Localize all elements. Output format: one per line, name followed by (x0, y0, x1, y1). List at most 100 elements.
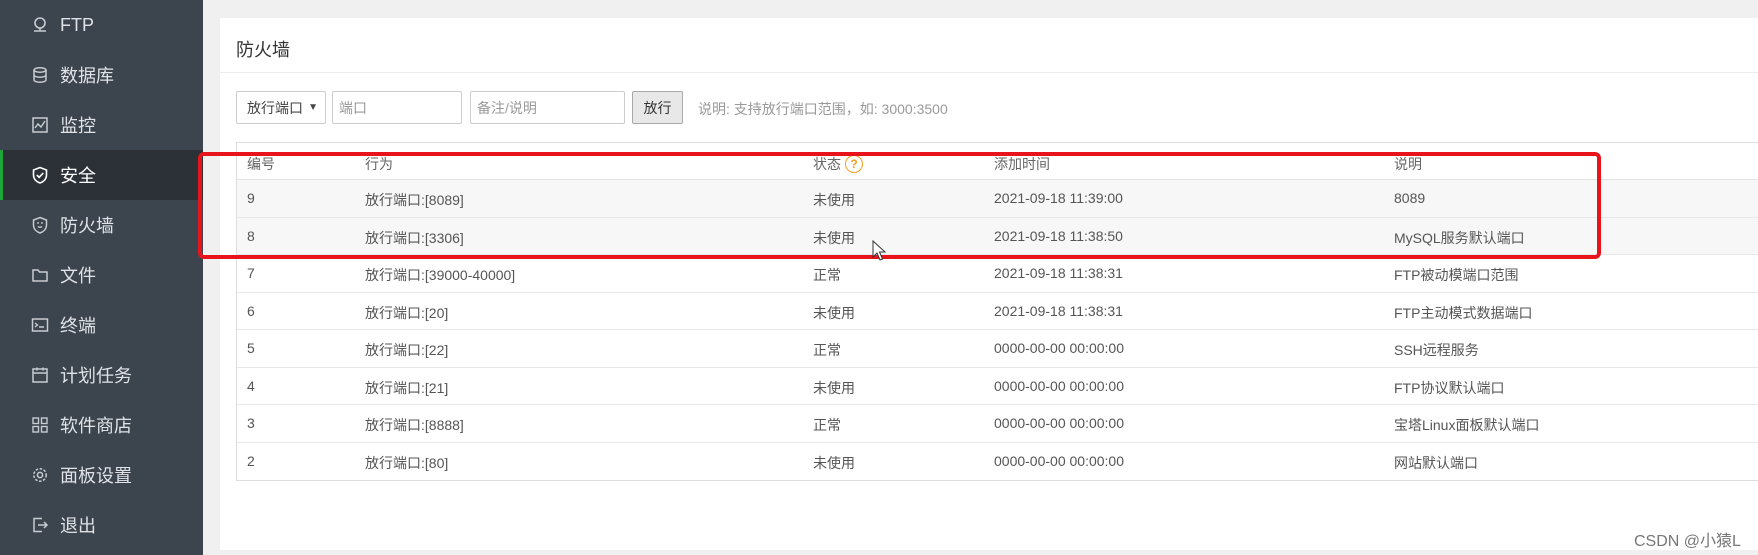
watermark: CSDN @小猿L (1634, 533, 1741, 550)
cell-status: 正常 (813, 267, 841, 283)
mouse-cursor-icon (872, 240, 886, 261)
sidebar-item-label: FTP (60, 14, 94, 35)
cell-action: 放行端口:[8888] (365, 417, 464, 433)
cell-status: 未使用 (813, 304, 855, 321)
sidebar: FTP 数据库 监控 安全 防火墙 文件 终端 计划任务 软件商店 面板设置 退… (0, 0, 203, 555)
port-input[interactable]: 端口 (332, 91, 462, 124)
cell-id: 4 (247, 377, 255, 394)
terminal-icon (30, 315, 50, 335)
table-row[interactable]: 3 放行端口:[8888] 正常 0000-00-00 00:00:00 宝塔L… (237, 405, 1758, 443)
allow-button[interactable]: 放行 (632, 91, 683, 124)
sidebar-item-label: 终端 (60, 316, 96, 336)
sidebar-item-terminal[interactable]: 终端 (0, 300, 203, 350)
cell-action: 放行端口:[3306] (365, 229, 464, 246)
cell-action: 放行端口:[39000-40000] (365, 267, 516, 283)
table-row[interactable]: 7 放行端口:[39000-40000] 正常 2021-09-18 11:38… (237, 255, 1758, 293)
table-row[interactable]: 9 放行端口:[8089] 未使用 2021-09-18 11:39:00 80… (237, 180, 1758, 218)
gear-icon (30, 465, 50, 485)
firewall-icon (30, 215, 50, 235)
header-note: 说明 (1394, 156, 1422, 172)
header-id: 编号 (247, 156, 275, 172)
cell-time: 0000-00-00 00:00:00 (994, 415, 1124, 431)
folder-icon (30, 265, 50, 285)
table-row[interactable]: 6 放行端口:[20] 未使用 2021-09-18 11:38:31 FTP主… (237, 293, 1758, 330)
cell-action: 放行端口:[80] (365, 454, 449, 471)
sidebar-item-label: 计划任务 (60, 366, 132, 386)
rule-type-select-value: 放行端口 (247, 99, 303, 116)
sidebar-item-logout[interactable]: 退出 (0, 500, 203, 550)
sidebar-item-security[interactable]: 安全 (0, 150, 203, 200)
cell-note: FTP被动模端口范围 (1394, 267, 1519, 283)
cell-time: 2021-09-18 11:38:31 (994, 265, 1123, 281)
cell-status: 未使用 (813, 229, 855, 246)
calendar-icon (30, 365, 50, 385)
cell-id: 8 (247, 227, 255, 244)
cell-time: 2021-09-18 11:39:00 (994, 190, 1123, 206)
sidebar-item-label: 数据库 (60, 66, 114, 86)
cell-note: SSH远程服务 (1394, 342, 1479, 358)
cell-status: 正常 (813, 417, 841, 433)
sidebar-item-monitor[interactable]: 监控 (0, 100, 203, 150)
sidebar-item-label: 防火墙 (60, 216, 114, 236)
sidebar-item-label: 安全 (60, 166, 96, 186)
cell-action: 放行端口:[21] (365, 379, 449, 396)
sidebar-item-label: 监控 (60, 116, 96, 136)
header-status-label: 状态 (813, 156, 841, 172)
cell-note: 网站默认端口 (1394, 454, 1478, 471)
hint-text: 说明: 支持放行端口范围，如: 3000:3500 (698, 101, 948, 117)
sidebar-item-label: 面板设置 (60, 466, 132, 486)
cell-action: 放行端口:[20] (365, 304, 449, 321)
page-title: 防火墙 (236, 40, 290, 60)
cell-note: FTP协议默认端口 (1394, 379, 1505, 396)
sidebar-item-ftp[interactable]: FTP (0, 0, 203, 50)
grid-icon (30, 415, 50, 435)
chevron-down-icon: ▼ (308, 102, 318, 113)
monitor-icon (30, 115, 50, 135)
table-row[interactable]: 2 放行端口:[80] 未使用 0000-00-00 00:00:00 网站默认… (237, 443, 1758, 481)
sidebar-item-label: 软件商店 (60, 416, 132, 436)
sidebar-item-label: 退出 (60, 516, 96, 536)
cell-id: 5 (247, 340, 255, 356)
cell-id: 9 (247, 190, 255, 206)
cell-time: 0000-00-00 00:00:00 (994, 452, 1124, 469)
cell-note: 8089 (1394, 190, 1426, 206)
cell-time: 2021-09-18 11:38:31 (994, 302, 1123, 319)
header-action: 行为 (365, 156, 393, 172)
cell-id: 3 (247, 415, 255, 431)
cell-action: 放行端口:[22] (365, 342, 449, 358)
sidebar-item-label: 文件 (60, 266, 96, 286)
cell-note: MySQL服务默认端口 (1394, 229, 1525, 246)
cell-id: 7 (247, 265, 255, 281)
cell-time: 0000-00-00 00:00:00 (994, 340, 1124, 356)
table-row[interactable]: 5 放行端口:[22] 正常 0000-00-00 00:00:00 SSH远程… (237, 330, 1758, 368)
cell-status: 未使用 (813, 379, 855, 396)
firewall-panel: 防火墙 放行端口 ▼ 端口 备注/说明 放行 说明: 支持放行端口范围，如: 3… (220, 18, 1758, 550)
table-row[interactable]: 4 放行端口:[21] 未使用 0000-00-00 00:00:00 FTP协… (237, 368, 1758, 405)
cell-time: 0000-00-00 00:00:00 (994, 377, 1124, 394)
help-icon[interactable]: ? (845, 155, 863, 174)
divider (220, 72, 1758, 73)
note-input[interactable]: 备注/说明 (470, 91, 625, 124)
sidebar-item-database[interactable]: 数据库 (0, 50, 203, 100)
shield-icon (30, 165, 50, 185)
sidebar-item-firewall[interactable]: 防火墙 (0, 200, 203, 250)
cell-status: 未使用 (813, 192, 855, 208)
table-row[interactable]: 8 放行端口:[3306] 未使用 2021-09-18 11:38:50 My… (237, 217, 1758, 255)
rule-type-select[interactable]: 放行端口 ▼ (236, 91, 326, 124)
cell-id: 2 (247, 452, 255, 469)
sidebar-item-store[interactable]: 软件商店 (0, 400, 203, 450)
sidebar-item-cron[interactable]: 计划任务 (0, 350, 203, 400)
cell-note: 宝塔Linux面板默认端口 (1394, 417, 1540, 433)
cell-status: 正常 (813, 342, 841, 358)
rules-table: 编号 行为 状态? 添加时间 说明 9 放行端口:[8089] 未使用 2021… (236, 142, 1758, 481)
header-time: 添加时间 (994, 156, 1050, 172)
note-input-placeholder: 备注/说明 (477, 99, 537, 116)
sidebar-item-settings[interactable]: 面板设置 (0, 450, 203, 500)
cell-id: 6 (247, 302, 255, 319)
cell-note: FTP主动模式数据端口 (1394, 304, 1533, 321)
cell-time: 2021-09-18 11:38:50 (994, 227, 1123, 244)
table-header: 编号 行为 状态? 添加时间 说明 (237, 143, 1758, 180)
sidebar-item-files[interactable]: 文件 (0, 250, 203, 300)
cell-status: 未使用 (813, 454, 855, 471)
cell-action: 放行端口:[8089] (365, 192, 464, 208)
